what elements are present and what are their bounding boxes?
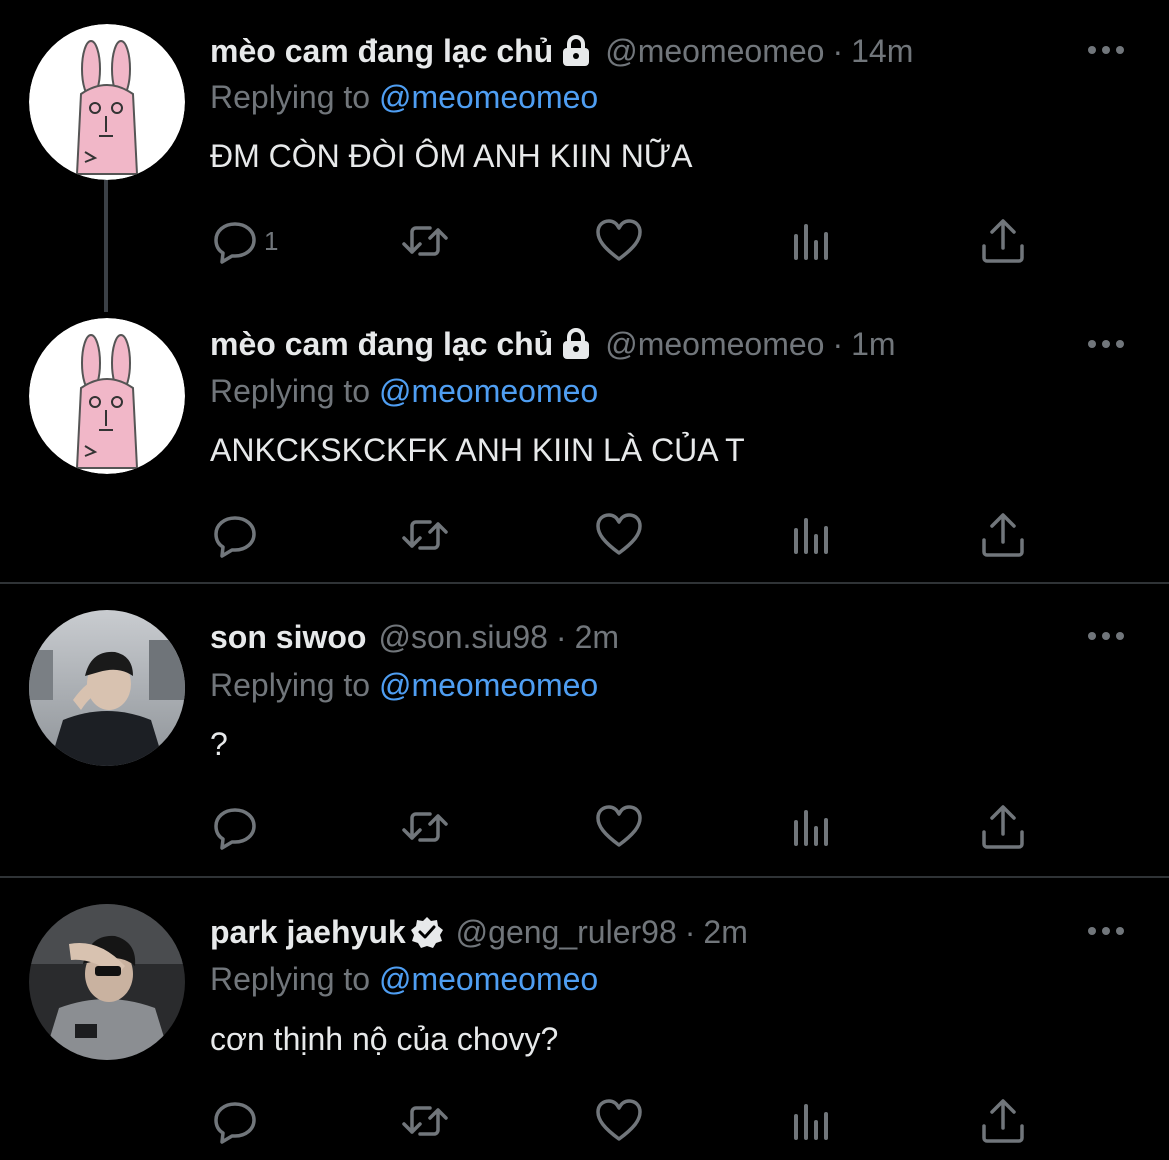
display-name[interactable]: mèo cam đang lạc chủ [210, 326, 553, 363]
like-button[interactable] [594, 216, 644, 266]
reply-icon [210, 1096, 260, 1146]
analytics-icon [786, 802, 836, 852]
user-handle[interactable]: @meomeomeo [605, 326, 824, 363]
reply-button[interactable]: 1 [210, 216, 278, 266]
reply-button[interactable] [210, 1096, 264, 1146]
retweet-icon [400, 510, 450, 560]
reply-mention-link[interactable]: @meomeomeo [379, 961, 598, 997]
reply-icon [210, 510, 260, 560]
verified-icon [410, 915, 444, 949]
views-button[interactable] [786, 510, 836, 560]
retweet-button[interactable] [400, 802, 450, 852]
like-button[interactable] [594, 802, 644, 852]
share-button[interactable] [978, 216, 1028, 266]
reply-count: 1 [264, 225, 279, 256]
more-options-icon[interactable] [1086, 334, 1126, 354]
tweet-1[interactable]: mèo cam đang lạc chủ @meomeomeo · 14m Re… [0, 0, 1169, 294]
reply-icon [210, 216, 260, 266]
tweet-actions [210, 802, 1040, 852]
user-handle[interactable]: @son.siu98 [378, 619, 547, 656]
retweet-button[interactable] [400, 216, 450, 266]
tweet-3[interactable]: son siwoo @son.siu98 · 2m Replying to @m… [0, 584, 1169, 876]
timestamp[interactable]: 2m [703, 914, 747, 951]
share-icon [978, 1096, 1028, 1146]
timestamp[interactable]: 2m [575, 619, 619, 656]
replying-to-label: Replying to [210, 79, 371, 115]
retweet-button[interactable] [400, 510, 450, 560]
user-handle[interactable]: @geng_ruler98 [456, 914, 677, 951]
share-button[interactable] [978, 510, 1028, 560]
reply-mention-link[interactable]: @meomeomeo [379, 667, 598, 703]
replying-to-line: Replying to @meomeomeo [210, 79, 598, 116]
views-button[interactable] [786, 1096, 836, 1146]
reply-button[interactable] [210, 510, 264, 560]
tweet-actions [210, 1096, 1040, 1146]
heart-icon [594, 802, 644, 852]
separator-dot: · [832, 325, 844, 362]
analytics-icon [786, 510, 836, 560]
views-button[interactable] [786, 216, 836, 266]
tweet-text: ĐM CÒN ĐÒI ÔM ANH KIIN NỮA [210, 138, 693, 174]
replying-to-line: Replying to @meomeomeo [210, 961, 598, 998]
tweet-text: cơn thịnh nộ của chovy? [210, 1021, 559, 1057]
tweet-header: mèo cam đang lạc chủ @meomeomeo · 14m [210, 29, 913, 73]
lock-icon [559, 327, 593, 361]
retweet-icon [400, 802, 450, 852]
tweet-header: park jaehyuk @geng_ruler98 · 2m [210, 910, 748, 954]
share-icon [978, 510, 1028, 560]
replying-to-label: Replying to [210, 373, 371, 409]
tweet-4[interactable]: park jaehyuk @geng_ruler98 · 2m Replying… [0, 878, 1169, 1160]
tweet-text: ? [210, 726, 228, 762]
analytics-icon [786, 216, 836, 266]
views-button[interactable] [786, 802, 836, 852]
share-button[interactable] [978, 1096, 1028, 1146]
heart-icon [594, 510, 644, 560]
replying-to-label: Replying to [210, 961, 371, 997]
timestamp[interactable]: 14m [851, 33, 913, 70]
separator-dot: · [832, 32, 844, 69]
avatar-photo[interactable] [29, 904, 185, 1060]
more-options-icon[interactable] [1086, 626, 1126, 646]
separator-dot: · [684, 913, 696, 950]
display-name[interactable]: park jaehyuk [210, 914, 406, 951]
tweet-text: ANKCKSKCKFK ANH KIIN LÀ CỦA T [210, 432, 745, 468]
separator-dot: · [555, 618, 567, 655]
replying-to-line: Replying to @meomeomeo [210, 667, 598, 704]
retweet-icon [400, 216, 450, 266]
tweet-header: mèo cam đang lạc chủ @meomeomeo · 1m [210, 322, 896, 366]
like-button[interactable] [594, 510, 644, 560]
display-name[interactable]: son siwoo [210, 619, 366, 656]
reply-mention-link[interactable]: @meomeomeo [379, 79, 598, 115]
tweet-actions [210, 510, 1040, 560]
reply-button[interactable] [210, 802, 264, 852]
share-icon [978, 216, 1028, 266]
avatar-bunny[interactable] [29, 318, 185, 474]
replying-to-line: Replying to @meomeomeo [210, 373, 598, 410]
user-handle[interactable]: @meomeomeo [605, 33, 824, 70]
lock-icon [559, 34, 593, 68]
display-name[interactable]: mèo cam đang lạc chủ [210, 33, 553, 70]
reply-icon [210, 802, 260, 852]
timestamp[interactable]: 1m [851, 326, 895, 363]
heart-icon [594, 216, 644, 266]
avatar-photo[interactable] [29, 610, 185, 766]
heart-icon [594, 1096, 644, 1146]
analytics-icon [786, 1096, 836, 1146]
like-button[interactable] [594, 1096, 644, 1146]
tweet-header: son siwoo @son.siu98 · 2m [210, 615, 619, 659]
tweet-2[interactable]: mèo cam đang lạc chủ @meomeomeo · 1m Rep… [0, 294, 1169, 582]
reply-mention-link[interactable]: @meomeomeo [379, 373, 598, 409]
replying-to-label: Replying to [210, 667, 371, 703]
avatar-bunny[interactable] [29, 24, 185, 180]
share-icon [978, 802, 1028, 852]
share-button[interactable] [978, 802, 1028, 852]
retweet-icon [400, 1096, 450, 1146]
tweet-actions: 1 [210, 216, 1040, 266]
retweet-button[interactable] [400, 1096, 450, 1146]
more-options-icon[interactable] [1086, 40, 1126, 60]
more-options-icon[interactable] [1086, 921, 1126, 941]
